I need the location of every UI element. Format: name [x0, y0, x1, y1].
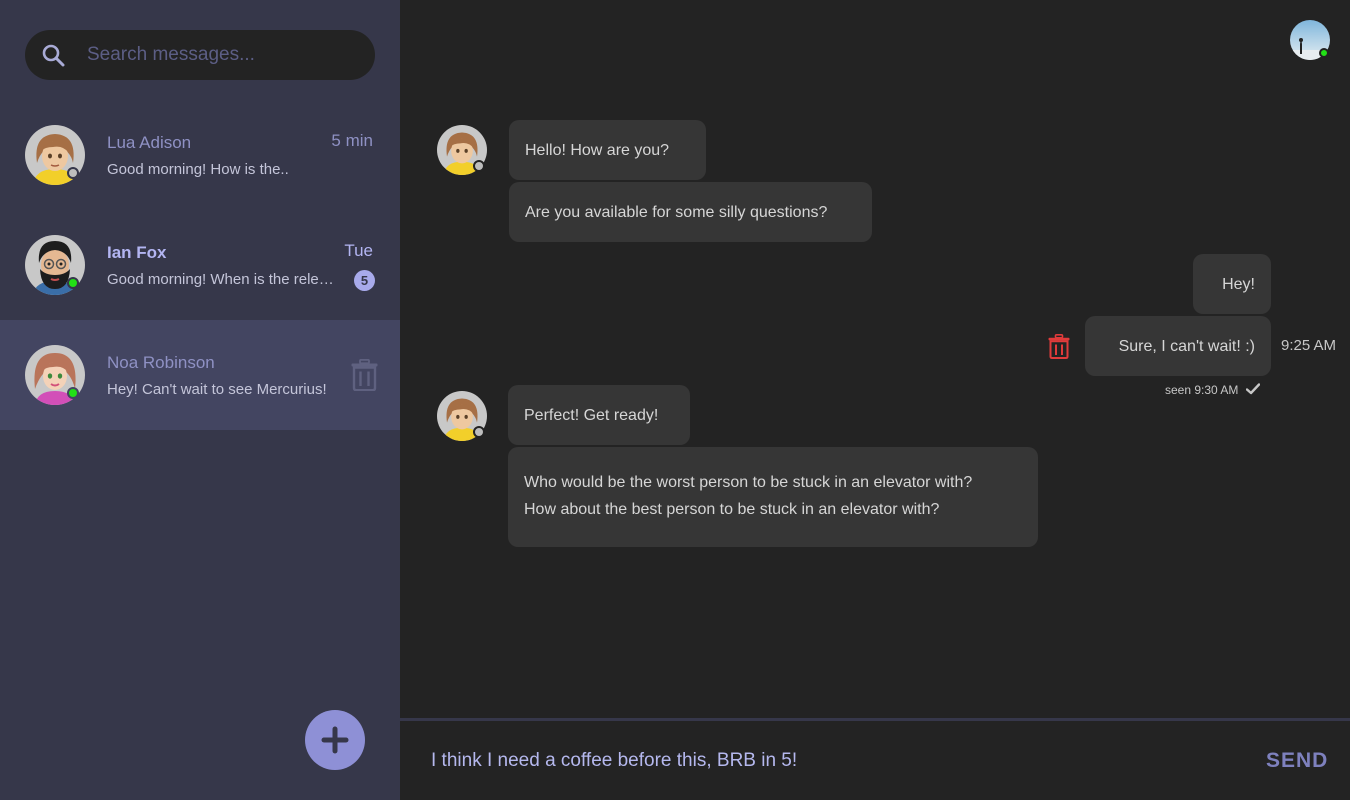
message-bubble-incoming: Hello! How are you?: [509, 120, 706, 180]
sidebar: Lua Adison 5 min Good morning! How is th…: [0, 0, 400, 800]
message-input[interactable]: I think I need a coffee before this, BRB…: [431, 750, 797, 772]
conversation-item-lua-adison[interactable]: Lua Adison 5 min Good morning! How is th…: [0, 100, 400, 210]
message-text: Perfect! Get ready!: [524, 406, 659, 424]
message-bubble-incoming: Are you available for some silly questio…: [509, 182, 872, 242]
search-icon: [42, 44, 65, 67]
search-input[interactable]: [87, 30, 367, 80]
status-dot-offline: [473, 426, 485, 438]
conversation-time: Tue: [344, 241, 373, 260]
conversation-name: Lua Adison: [107, 133, 192, 152]
conversation-name: Noa Robinson: [107, 353, 215, 372]
conversation-name: Ian Fox: [107, 243, 167, 262]
message-bubble-incoming: Perfect! Get ready!: [508, 385, 690, 445]
message-bubble-incoming: Who would be the worst person to be stuc…: [508, 447, 1038, 547]
conversation-preview: Good morning! How is the..: [107, 161, 289, 178]
send-button[interactable]: SEND: [1266, 749, 1328, 773]
message-text: Are you available for some silly questio…: [525, 203, 828, 221]
message-bubble-outgoing: Hey!: [1193, 254, 1271, 314]
seen-label: seen 9:30 AM: [1165, 383, 1239, 397]
search-bar[interactable]: [25, 30, 375, 80]
conversation-preview: Good morning! When is the release date?: [107, 271, 342, 288]
check-icon: [1246, 383, 1260, 395]
status-dot-online: [67, 387, 79, 399]
message-text: Hello! How are you?: [525, 141, 670, 159]
status-dot-online: [67, 277, 79, 289]
message-composer: I think I need a coffee before this, BRB…: [400, 718, 1350, 800]
message-text: Hey!: [1222, 275, 1255, 293]
plus-icon: [321, 726, 349, 754]
new-conversation-button[interactable]: [305, 710, 365, 770]
message-time: 9:25 AM: [1281, 337, 1337, 354]
delete-message-icon[interactable]: [1048, 334, 1070, 359]
status-dot-offline: [67, 167, 79, 179]
message-text: Sure, I can't wait! :): [1118, 337, 1255, 355]
message-text: How about the best person to be stuck in…: [524, 501, 940, 518]
conversation-time: 5 min: [331, 131, 373, 150]
unread-badge: 5: [354, 270, 375, 291]
message-bubble-outgoing: Sure, I can't wait! :): [1085, 316, 1271, 376]
message-text: Who would be the worst person to be stuc…: [524, 474, 973, 491]
status-dot-offline: [473, 160, 485, 172]
conversation-item-ian-fox[interactable]: Ian Fox Tue Good morning! When is the re…: [0, 210, 400, 320]
conversation-item-noa-robinson[interactable]: Noa Robinson Hey! Can't wait to see Merc…: [0, 320, 400, 430]
conversation-preview: Hey! Can't wait to see Mercurius!: [107, 381, 327, 398]
chat-panel: Hello! How are you? Are you available fo…: [400, 0, 1350, 800]
status-dot-online: [1319, 48, 1329, 58]
trash-icon[interactable]: [351, 359, 378, 391]
